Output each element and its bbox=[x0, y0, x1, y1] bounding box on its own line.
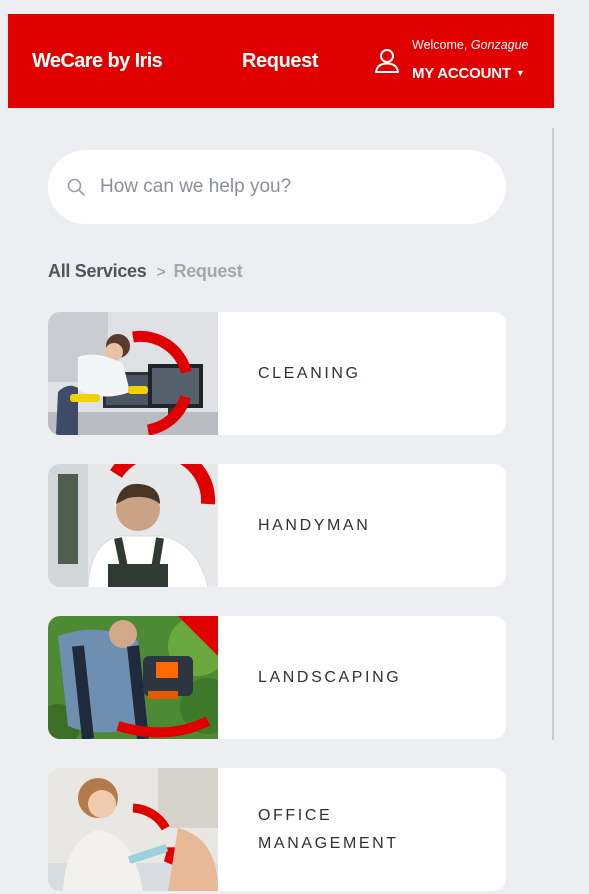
user-icon bbox=[375, 49, 399, 73]
breadcrumb-current: Request bbox=[173, 261, 243, 281]
chevron-down-icon: ▼ bbox=[515, 68, 525, 78]
my-account-button[interactable]: MY ACCOUNT ▼ bbox=[412, 65, 525, 82]
nav-request-link[interactable]: Request bbox=[242, 50, 319, 73]
service-label-handyman: HANDYMAN bbox=[258, 516, 371, 534]
app-window: WeCare by Iris Request Welcome, Gonzague… bbox=[8, 14, 554, 894]
service-card-cleaning[interactable]: CLEANING bbox=[48, 312, 506, 435]
office-management-photo bbox=[48, 768, 218, 891]
handyman-photo bbox=[48, 464, 218, 587]
landscaping-photo bbox=[48, 616, 218, 739]
scrollbar[interactable] bbox=[552, 128, 554, 740]
user-name: Gonzague bbox=[470, 38, 529, 52]
service-card-handyman[interactable]: HANDYMAN bbox=[48, 464, 506, 587]
brand-link[interactable]: WeCare by Iris bbox=[32, 50, 163, 73]
service-label-cleaning: CLEANING bbox=[258, 364, 361, 382]
breadcrumb: All Services > Request bbox=[48, 261, 243, 282]
breadcrumb-separator: > bbox=[156, 264, 166, 281]
breadcrumb-all-services[interactable]: All Services bbox=[48, 261, 147, 281]
service-card-landscaping[interactable]: LANDSCAPING bbox=[48, 616, 506, 739]
welcome-text: Welcome, Gonzague bbox=[412, 38, 529, 52]
top-bar: WeCare by Iris Request Welcome, Gonzague… bbox=[8, 14, 554, 108]
account-menu[interactable]: Welcome, Gonzague MY ACCOUNT ▼ bbox=[374, 36, 554, 90]
welcome-prefix: Welcome, bbox=[412, 38, 471, 52]
search-bar[interactable] bbox=[48, 150, 506, 224]
service-card-office-management[interactable]: OFFICE MANAGEMENT bbox=[48, 768, 506, 891]
service-label-landscaping: LANDSCAPING bbox=[258, 668, 402, 686]
search-input[interactable] bbox=[100, 168, 480, 206]
search-icon bbox=[67, 178, 85, 196]
service-label-office-management: OFFICE MANAGEMENT bbox=[258, 806, 399, 852]
cleaning-photo bbox=[48, 312, 218, 435]
my-account-label: MY ACCOUNT bbox=[412, 65, 511, 82]
